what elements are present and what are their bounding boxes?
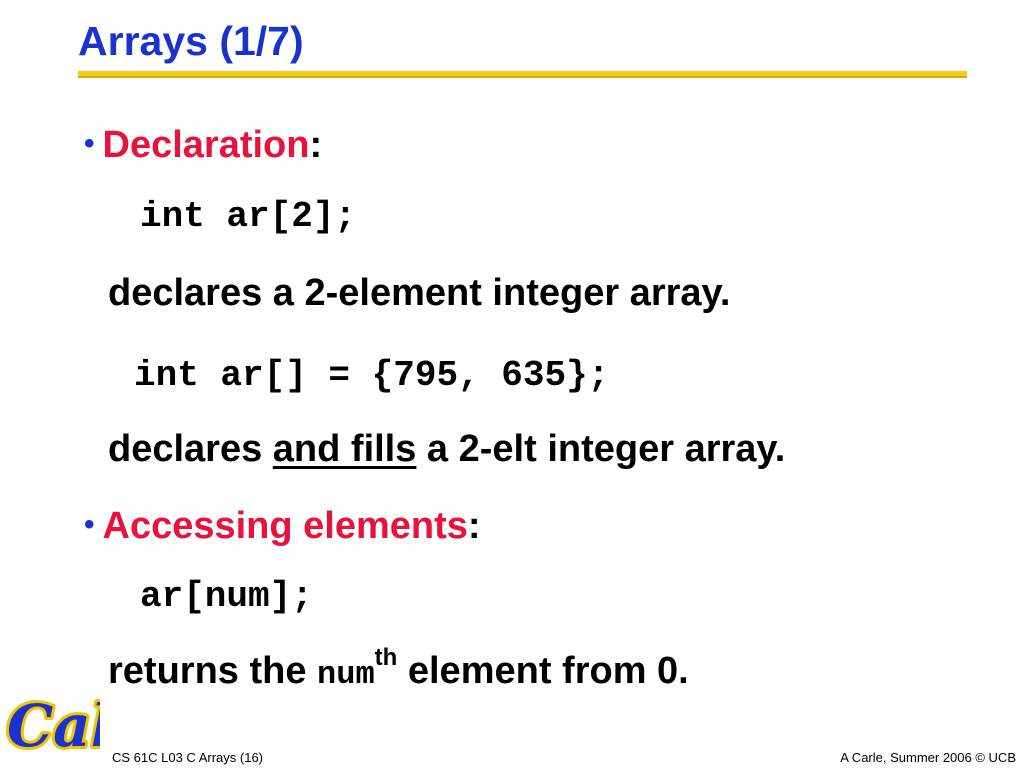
bullet-heading-declaration: Declaration [102,124,310,166]
text-line-1: declares a 2-element integer array. [108,272,731,314]
cal-logo-icon: Cal Cal [4,689,100,758]
text-line-3-post: element from 0. [397,650,689,692]
footer-credit: A Carle, Summer 2006 © UCB [840,750,1016,765]
text-line-3-sup: th [374,644,398,672]
text-line-3: returns the numth element from 0. [108,646,689,693]
code-decl-1: int ar[2]; [140,196,357,237]
bullet-declaration: • Declaration: [84,124,322,167]
code-access: ar[num]; [140,576,313,617]
footer-course: CS 61C L03 C Arrays (16) [112,750,264,765]
bullet-accessing: • Accessing elements: [84,505,481,548]
bullet-colon: : [309,124,323,166]
title-rule-shadow [78,76,967,78]
cal-logo-text: Cal [7,692,100,758]
text-line-2-pre: declares [108,428,273,470]
code-decl-2: int ar[] = {795, 635}; [134,355,610,396]
slide-title: Arrays (1/7) [78,18,304,64]
text-line-2-underlined: and fills [272,428,417,470]
text-line-3-pre: returns the [108,650,318,692]
bullet-colon: : [467,505,481,547]
bullet-heading-accessing: Accessing elements [102,505,468,547]
bullet-dot-icon: • [84,508,95,541]
text-line-2-post: a 2-elt integer array. [416,428,786,470]
bullet-dot-icon: • [84,127,95,160]
text-line-2: declares and fills a 2-elt integer array… [108,428,785,471]
text-line-3-mono: num [317,656,375,693]
